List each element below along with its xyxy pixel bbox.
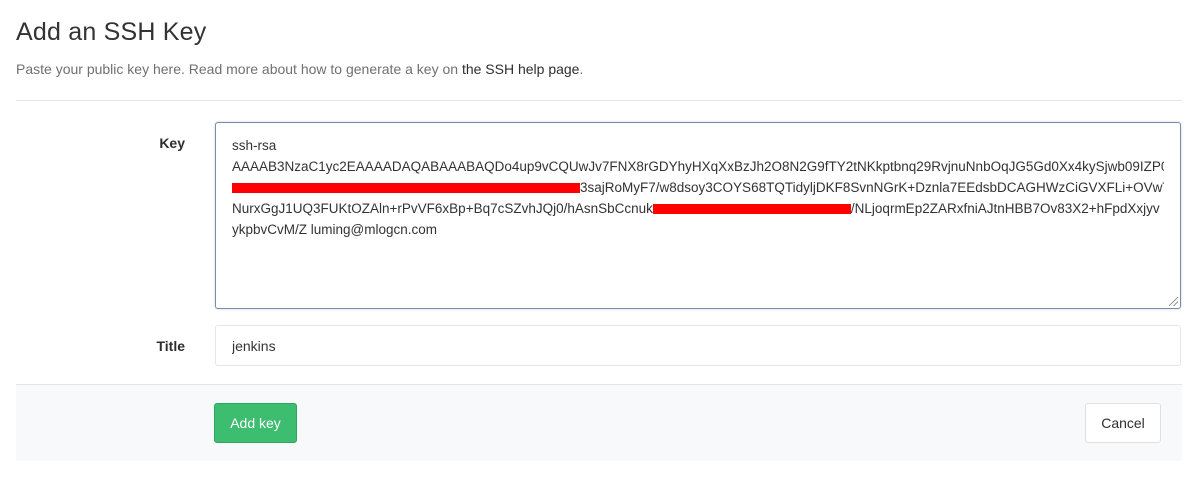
ssh-help-link[interactable]: the SSH help page bbox=[462, 61, 580, 77]
key-line-text: /NLjoqrmEp2ZARxfniAJtnHBB7Ov83X2+hFpdXxj… bbox=[850, 201, 1160, 216]
add-ssh-key-page: Add an SSH Key Paste your public key her… bbox=[0, 0, 1196, 481]
key-line: ssh-rsa bbox=[232, 138, 277, 153]
subtitle-period: . bbox=[579, 61, 584, 77]
key-label: Key bbox=[159, 135, 185, 151]
subtitle-text: Paste your public key here. Read more ab… bbox=[16, 61, 462, 77]
form-actions: Add key Cancel bbox=[16, 384, 1182, 461]
key-line: 3sajRoMyF7/w8dsoy3COYS68TQTidyljDKF8SvnN… bbox=[232, 177, 1164, 198]
add-key-button[interactable]: Add key bbox=[214, 403, 297, 443]
key-textarea[interactable]: ssh-rsa AAAAB3NzaC1yc2EAAAADAQABAAABAQDo… bbox=[215, 122, 1181, 309]
header-divider bbox=[16, 100, 1182, 101]
key-line: NurxGgJ1UQ3FUKtOZAln+rPvVF6xBp+Bq7cSZvhJ… bbox=[232, 198, 1164, 219]
page-subtitle: Paste your public key here. Read more ab… bbox=[16, 61, 583, 77]
redaction-bar bbox=[232, 183, 580, 194]
resize-handle[interactable] bbox=[1169, 297, 1178, 306]
key-line: ykpbvCvM/Z luming@mlogcn.com bbox=[232, 222, 438, 237]
title-label: Title bbox=[156, 338, 185, 354]
key-line-text: NurxGgJ1UQ3FUKtOZAln+rPvVF6xBp+Bq7cSZvhJ… bbox=[232, 201, 653, 216]
cancel-button[interactable]: Cancel bbox=[1085, 403, 1161, 443]
key-line-text: 3sajRoMyF7/w8dsoy3COYS68TQTidyljDKF8SvnN… bbox=[580, 180, 1164, 195]
page-title: Add an SSH Key bbox=[16, 18, 207, 46]
redaction-bar bbox=[652, 204, 851, 215]
title-input[interactable] bbox=[215, 325, 1181, 366]
key-line: AAAAB3NzaC1yc2EAAAADAQABAAABAQDo4up9vCQU… bbox=[232, 159, 1164, 174]
